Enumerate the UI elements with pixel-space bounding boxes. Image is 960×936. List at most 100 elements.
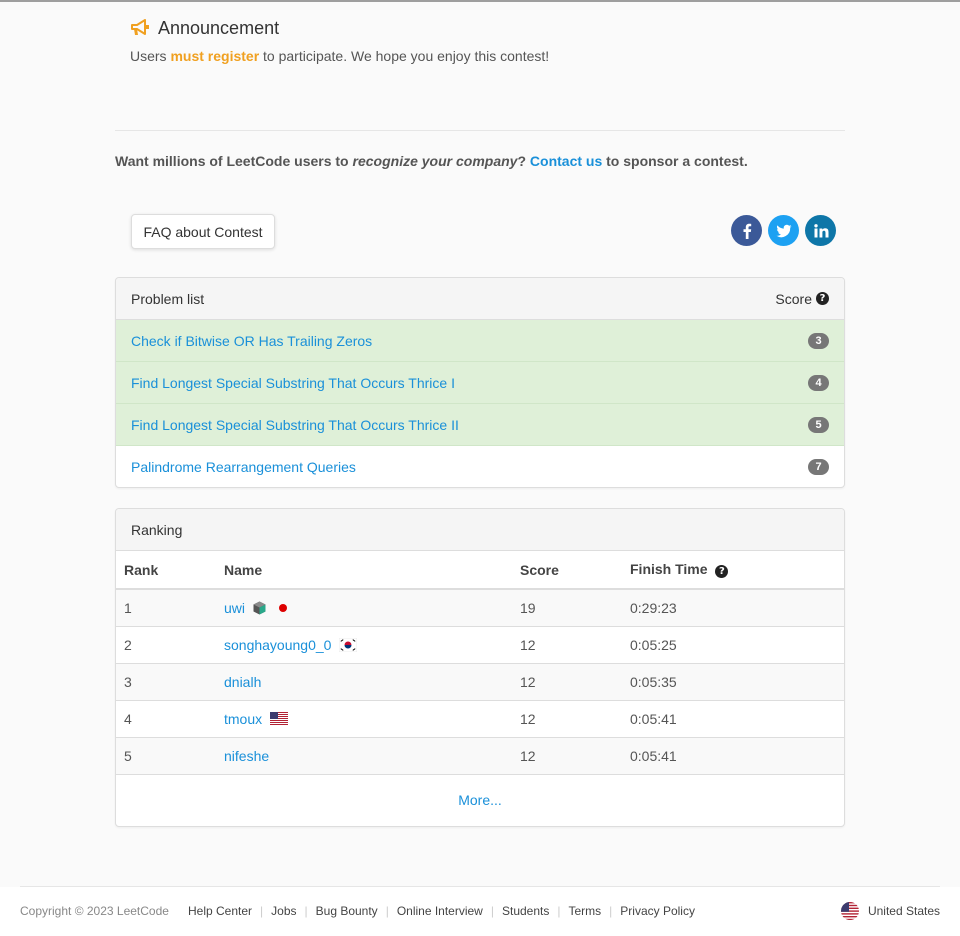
- footer-link-jobs[interactable]: Jobs: [271, 904, 296, 918]
- problem-link[interactable]: Find Longest Special Substring That Occu…: [131, 375, 455, 391]
- announcement-text: Users must register to participate. We h…: [130, 48, 549, 64]
- rank-cell: 5: [116, 737, 216, 775]
- question-circle-icon[interactable]: ?: [715, 565, 729, 578]
- rank-cell: 2: [116, 626, 216, 664]
- twitter-icon: [776, 224, 791, 237]
- facebook-icon: [743, 223, 751, 239]
- linkedin-icon: [813, 223, 828, 237]
- usa-flag-icon: [270, 712, 289, 725]
- japan-flag-icon: [274, 601, 293, 614]
- name-cell: nifeshe: [216, 737, 512, 775]
- user-link[interactable]: dnialh: [224, 674, 261, 690]
- problem-list-panel: Problem list Score ? Check if Bitwise OR…: [115, 277, 845, 488]
- linkedin-share-button[interactable]: [805, 215, 836, 246]
- sponsor-emphasis: recognize your company: [352, 153, 518, 169]
- problem-link[interactable]: Palindrome Rearrangement Queries: [131, 459, 356, 475]
- ranking-table: Rank Name Score Finish Time ? 1 uwi 19 0…: [116, 551, 844, 775]
- finish-time-cell: 0:05:41: [622, 700, 844, 738]
- footer-link-bug-bounty[interactable]: Bug Bounty: [316, 904, 378, 918]
- more-rankings-link[interactable]: More...: [116, 775, 844, 826]
- score-header-label: Score: [775, 290, 812, 307]
- problem-row: Find Longest Special Substring That Occu…: [116, 362, 844, 404]
- cube-badge-icon: [253, 601, 266, 615]
- score-badge: 7: [808, 459, 829, 475]
- score-column-header: Score: [512, 551, 622, 590]
- finish-time-cell: 0:05:35: [622, 663, 844, 701]
- question-circle-icon[interactable]: ?: [816, 292, 829, 305]
- country-selector[interactable]: United States: [840, 902, 940, 920]
- sponsor-message: Want millions of LeetCode users to recog…: [115, 153, 748, 169]
- footer-link-students[interactable]: Students: [502, 904, 549, 918]
- rank-cell: 1: [116, 589, 216, 627]
- sponsor-post: to sponsor a contest.: [602, 153, 748, 169]
- name-column-header: Name: [216, 551, 512, 590]
- footer-links: Help Center | Jobs | Bug Bounty | Online…: [188, 904, 695, 918]
- problem-list-header: Problem list Score ?: [116, 278, 844, 320]
- finish-time-cell: 0:05:25: [622, 626, 844, 664]
- table-row: 2 songhayoung0_0 12 0:05:25: [116, 626, 844, 664]
- score-badge: 3: [808, 332, 829, 349]
- country-label: United States: [867, 904, 940, 918]
- name-cell: dnialh: [216, 663, 512, 701]
- problem-row: Find Longest Special Substring That Occu…: [116, 404, 844, 446]
- table-row: 1 uwi 19 0:29:23: [116, 589, 844, 627]
- footer-separator: |: [260, 904, 264, 918]
- ranking-title: Ranking: [131, 521, 183, 538]
- footer-link-help-center[interactable]: Help Center: [188, 904, 252, 918]
- megaphone-icon: [131, 19, 149, 35]
- score-badge: 5: [808, 416, 829, 433]
- usa-flag-icon: [840, 902, 859, 920]
- problem-row: Check if Bitwise OR Has Trailing Zeros 3: [116, 320, 844, 362]
- score-header: Score ?: [775, 291, 829, 307]
- ranking-header: Ranking: [116, 509, 844, 551]
- footer-separator: |: [609, 904, 613, 918]
- must-register-link[interactable]: must register: [170, 48, 259, 64]
- name-cell: tmoux: [216, 700, 512, 738]
- footer-link-terms[interactable]: Terms: [568, 904, 601, 918]
- footer-separator: |: [385, 904, 389, 918]
- rank-column-header: Rank: [116, 551, 216, 590]
- announcement-title: Announcement: [158, 17, 280, 38]
- name-cell: songhayoung0_0: [216, 626, 512, 664]
- announcement-header: Announcement: [130, 17, 549, 39]
- rank-cell: 3: [116, 663, 216, 701]
- score-cell: 12: [512, 700, 622, 738]
- announcement: Announcement Users must register to part…: [130, 17, 549, 65]
- copyright-text: Copyright © 2023 LeetCode: [20, 904, 169, 918]
- finish-time-cell: 0:05:41: [622, 737, 844, 775]
- score-cell: 12: [512, 663, 622, 701]
- score-cell: 12: [512, 737, 622, 775]
- score-cell: 19: [512, 589, 622, 627]
- finish-time-column-header: Finish Time ?: [622, 551, 844, 590]
- problem-link[interactable]: Check if Bitwise OR Has Trailing Zeros: [131, 333, 372, 349]
- facebook-share-button[interactable]: [731, 215, 762, 246]
- footer-separator: |: [490, 904, 494, 918]
- user-link[interactable]: uwi: [224, 600, 245, 616]
- score-badge: 4: [808, 374, 829, 391]
- sponsor-pre: Want millions of LeetCode users to: [115, 153, 353, 169]
- sponsor-mid: ?: [517, 153, 530, 169]
- footer: Copyright © 2023 LeetCode Help Center | …: [0, 887, 960, 936]
- twitter-share-button[interactable]: [768, 215, 799, 246]
- korea-flag-icon: [339, 637, 358, 652]
- announcement-text-post: to participate. We hope you enjoy this c…: [259, 48, 550, 64]
- user-link[interactable]: tmoux: [224, 711, 262, 727]
- user-link[interactable]: songhayoung0_0: [224, 637, 331, 653]
- rank-cell: 4: [116, 700, 216, 738]
- contact-us-link[interactable]: Contact us: [530, 153, 602, 169]
- problem-link[interactable]: Find Longest Special Substring That Occu…: [131, 417, 459, 433]
- ranking-panel: Ranking Rank Name Score Finish Time ? 1 …: [115, 508, 845, 827]
- finish-time-label: Finish Time: [630, 561, 708, 577]
- faq-button[interactable]: FAQ about Contest: [131, 214, 275, 249]
- section-divider: [115, 130, 845, 131]
- footer-link-privacy-policy[interactable]: Privacy Policy: [620, 904, 695, 918]
- problem-list-title: Problem list: [131, 290, 205, 307]
- user-link[interactable]: nifeshe: [224, 748, 269, 764]
- problem-row: Palindrome Rearrangement Queries 7: [116, 446, 844, 487]
- footer-separator: |: [557, 904, 561, 918]
- finish-time-cell: 0:29:23: [622, 589, 844, 627]
- footer-link-online-interview[interactable]: Online Interview: [397, 904, 483, 918]
- announcement-text-pre: Users: [130, 48, 171, 64]
- top-border: [0, 0, 960, 2]
- table-row: 4 tmoux 12 0:05:41: [116, 700, 844, 738]
